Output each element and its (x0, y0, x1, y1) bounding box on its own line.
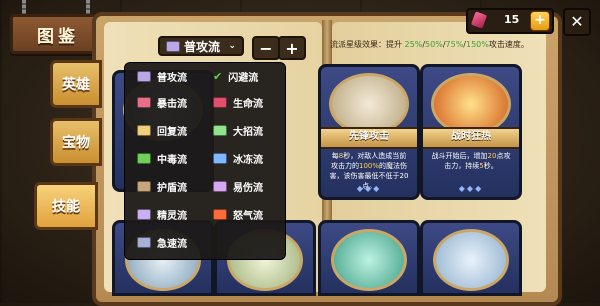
book-icon (213, 209, 227, 220)
chevron-down-icon: ⌄ (228, 41, 236, 51)
skill-card-battle-frenzy[interactable]: 战时狂热 战斗开始后，增加20点攻击力，持续5秒。 ◆◆◆ (420, 64, 522, 200)
star-plus-button[interactable]: + (278, 36, 306, 60)
skill-description: 战斗开始后，增加20点攻击力，持续5秒。 (431, 152, 511, 170)
dropdown-option[interactable]: 回复流 (137, 123, 187, 138)
add-gems-button[interactable]: + (530, 11, 550, 31)
book-icon (137, 97, 151, 108)
gem-currency: 15 + (466, 8, 554, 34)
filter-selected-label: 普攻流 (184, 39, 221, 54)
battle-frenzy-art (431, 73, 511, 135)
dropdown-option[interactable]: 怒气流 (213, 207, 263, 222)
gem-icon (470, 11, 488, 29)
book-icon (213, 125, 227, 136)
gem-count: 15 (504, 13, 520, 26)
tab-heroes[interactable]: 英雄 (50, 60, 102, 108)
dropdown-option[interactable]: ✔ 闪避流 (213, 69, 258, 84)
style-star-description: 流派星级效果：提升 25%/50%/75%/150%攻击速度。 (330, 40, 529, 49)
book-icon (213, 181, 227, 192)
star-slots: ◆◆◆ (356, 184, 382, 193)
star-minus-button[interactable]: − (252, 36, 280, 60)
book-icon (166, 40, 180, 52)
dropdown-option[interactable]: 易伤流 (213, 179, 263, 194)
book-icon (137, 181, 151, 192)
tab-skills[interactable]: 技能 (34, 182, 98, 230)
tab-treasures[interactable]: 宝物 (50, 118, 102, 166)
dropdown-option[interactable]: 急速流 (137, 235, 187, 250)
dropdown-option[interactable]: 普攻流 (137, 69, 187, 84)
skill-card-bottom-3[interactable] (318, 220, 420, 296)
skill-name: 战时狂热 (423, 127, 519, 149)
skill-art (331, 229, 407, 291)
close-button[interactable]: ✕ (563, 8, 591, 36)
vanguard-art (329, 73, 409, 135)
book-icon (137, 237, 151, 248)
skill-card-vanguard[interactable]: 先锋攻击 每8秒，对敌人造成当前攻击力的100%的魔法伤害，该伤害最低不低于20… (318, 64, 420, 200)
skill-card-bottom-4[interactable] (420, 220, 522, 296)
dropdown-option[interactable]: 生命流 (213, 95, 263, 110)
book-icon (137, 71, 151, 82)
dropdown-option[interactable]: 冰冻流 (213, 151, 263, 166)
dropdown-option[interactable]: 大招流 (213, 123, 263, 138)
book-icon (137, 125, 151, 136)
style-filter-select[interactable]: 普攻流 ⌄ (158, 36, 244, 56)
dropdown-option[interactable]: 护盾流 (137, 179, 187, 194)
skill-name: 先锋攻击 (321, 127, 417, 149)
style-dropdown-menu: 普攻流 ✔ 闪避流 暴击流 生命流 回复流 大招流 中毒流 冰冻流 护盾流 易伤… (124, 62, 286, 260)
checkmark-icon: ✔ (213, 70, 223, 83)
book-icon (137, 209, 151, 220)
star-slots: ◆◆◆ (458, 184, 484, 193)
book-icon (213, 153, 227, 164)
book-icon (137, 153, 151, 164)
book-icon (213, 97, 227, 108)
dropdown-option[interactable]: 暴击流 (137, 95, 187, 110)
skill-art (433, 229, 509, 291)
dropdown-option[interactable]: 中毒流 (137, 151, 187, 166)
dropdown-option[interactable]: 精灵流 (137, 207, 187, 222)
